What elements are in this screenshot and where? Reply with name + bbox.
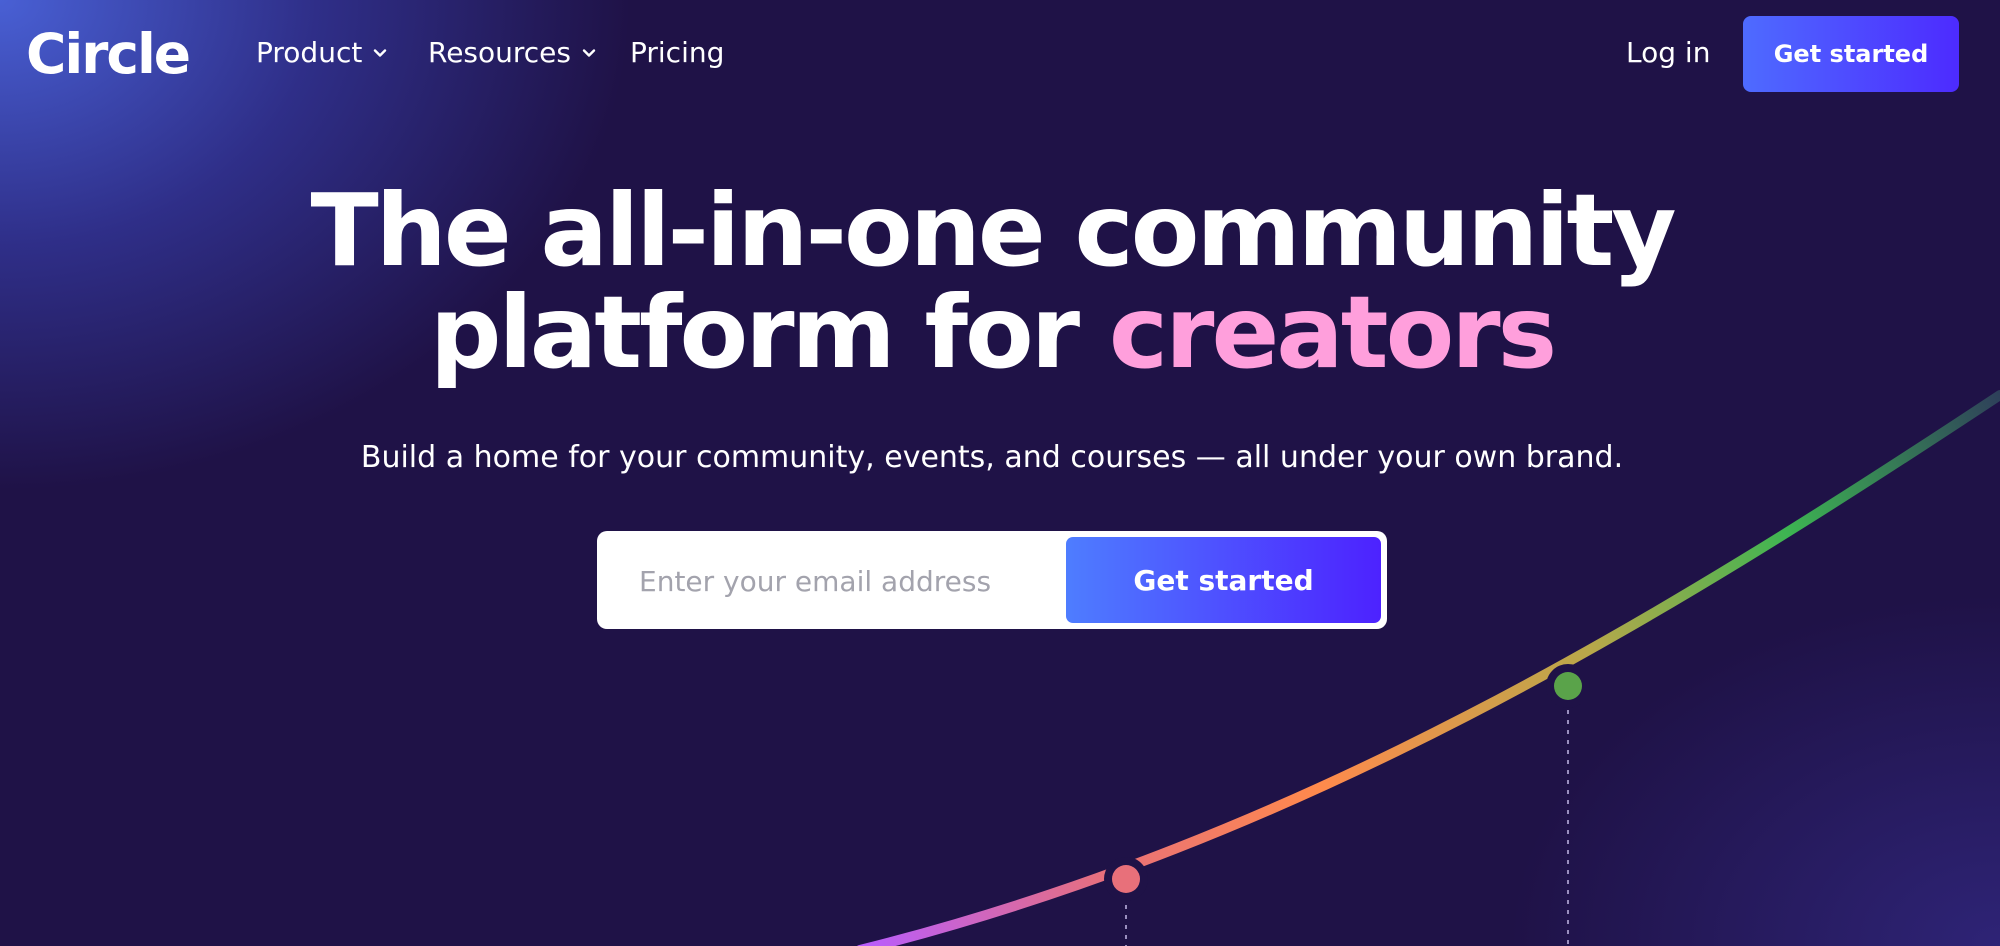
hero-headline: The all-in-one community platform for cr… [0,180,1984,384]
nav-item-pricing-label: Pricing [630,36,725,69]
hero-subtitle: Build a home for your community, events,… [360,440,1624,475]
headline-accent: creators [1108,274,1557,391]
login-link[interactable]: Log in [1626,33,1710,73]
nav-get-started-label: Get started [1773,40,1929,68]
email-input[interactable] [637,555,1021,607]
chevron-down-icon [582,49,596,57]
nav-item-resources[interactable]: Resources [428,33,597,73]
hero-get-started-button[interactable]: Get started [1066,537,1381,623]
email-signup-form: Get started [597,531,1387,629]
headline-line-1: The all-in-one community [310,172,1676,289]
login-link-label: Log in [1626,36,1711,69]
top-nav: Circle Product Resources Pricing Log in … [0,0,2000,108]
hero-get-started-label: Get started [1133,563,1314,597]
nav-item-product[interactable]: Product [256,33,388,73]
nav-item-resources-label: Resources [428,36,571,69]
chevron-down-icon [374,49,387,57]
nav-item-product-label: Product [256,36,363,69]
circle-logo[interactable]: Circle [26,20,191,88]
nav-item-pricing[interactable]: Pricing [630,33,724,73]
headline-line-2: platform for [429,274,1109,391]
nav-get-started-button[interactable]: Get started [1743,16,1959,92]
